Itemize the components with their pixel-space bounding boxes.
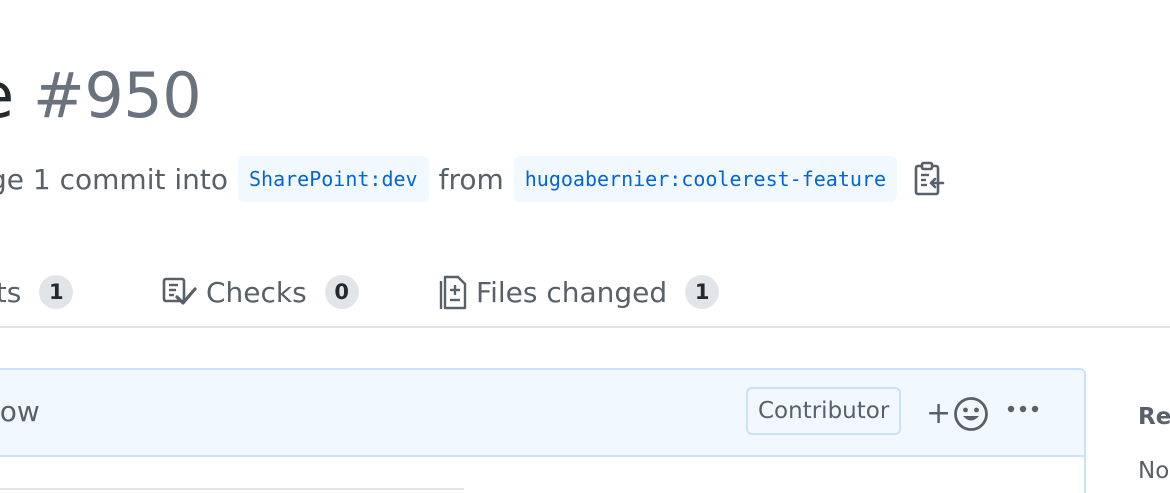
contributor-badge: Contributor xyxy=(746,387,902,435)
comment-header: now Contributor + xyxy=(0,370,1084,457)
head-branch[interactable]: hugoabernier:coolerest-feature xyxy=(513,156,897,202)
meta-from: from xyxy=(438,162,504,196)
base-branch[interactable]: SharePoint:dev xyxy=(238,156,429,202)
sidebar-reviewers-heading[interactable]: Rev xyxy=(1138,404,1170,430)
pr-tabs: its 1 Checks 0 xyxy=(0,262,1170,328)
comment-timestamp[interactable]: now xyxy=(0,392,40,432)
file-diff-icon xyxy=(438,273,468,311)
tab-files-changed[interactable]: Files changed 1 xyxy=(438,270,720,314)
kebab-horizontal-icon xyxy=(1007,405,1039,413)
tab-checks[interactable]: Checks 0 xyxy=(162,270,359,314)
plus-icon: + xyxy=(926,396,952,431)
pr-number: #950 xyxy=(32,59,202,132)
pr-meta: rge 1 commit into SharePoint:dev from hu… xyxy=(0,156,947,202)
page-title: e #950 xyxy=(0,52,202,140)
add-reaction-button[interactable]: + xyxy=(926,394,989,434)
tab-commits[interactable]: its 1 xyxy=(0,270,74,314)
comment-body-divider xyxy=(0,488,464,490)
tab-files-changed-label: Files changed xyxy=(476,275,668,309)
tab-checks-label: Checks xyxy=(206,275,307,309)
pull-request-page: e #950 rge 1 commit into SharePoint:dev … xyxy=(0,0,1170,493)
copy-branch-button[interactable] xyxy=(911,159,947,199)
tab-checks-count: 0 xyxy=(324,275,359,309)
tab-commits-label: its xyxy=(0,275,22,309)
comment-options-button[interactable] xyxy=(1006,400,1040,419)
tab-commits-count: 1 xyxy=(39,275,74,309)
clippy-icon xyxy=(914,161,945,196)
pr-title: e xyxy=(0,59,14,132)
meta-prefix: rge 1 commit into xyxy=(0,162,229,196)
checklist-icon xyxy=(162,277,198,307)
tab-files-changed-count: 1 xyxy=(685,275,720,309)
sidebar-reviewers-value: No xyxy=(1138,458,1170,484)
timeline-comment: now Contributor + xyxy=(0,368,1086,493)
smiley-icon xyxy=(954,397,989,431)
